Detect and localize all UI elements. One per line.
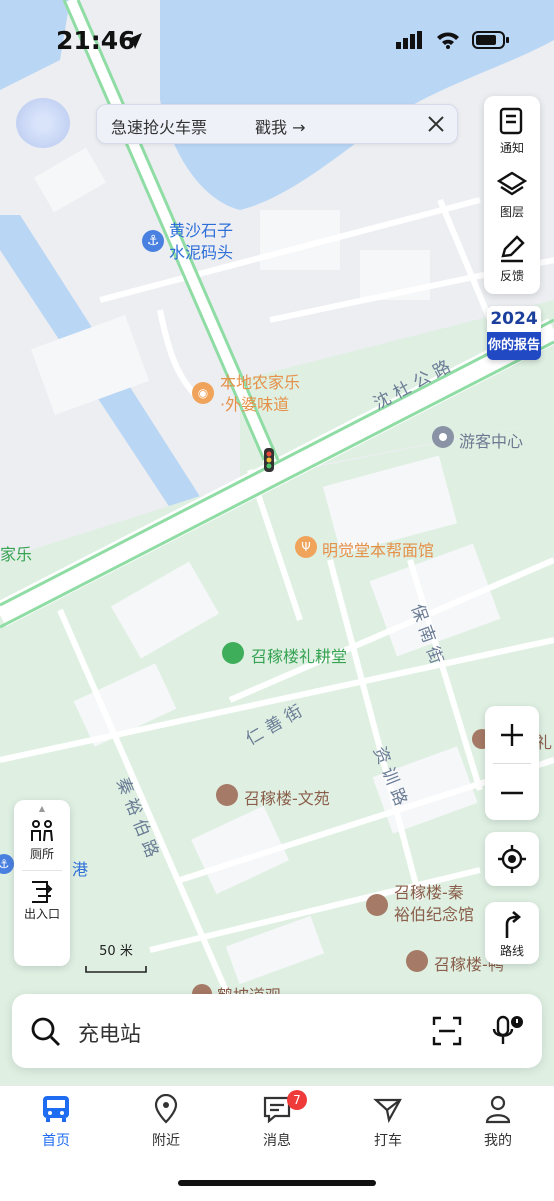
facility-panel: ▲ 厕所 出入口	[14, 800, 70, 966]
profile-icon	[485, 1095, 511, 1124]
status-bar: 21:46	[0, 0, 554, 80]
toilet-label: 厕所	[29, 847, 54, 861]
location-arrow-icon	[126, 33, 142, 49]
visitor-center-icon[interactable]	[432, 426, 454, 448]
scenic-icon[interactable]	[216, 784, 238, 806]
tab-label: 附近	[152, 1133, 180, 1149]
close-icon[interactable]	[425, 113, 447, 135]
poi-label: 港	[72, 860, 89, 879]
park-icon[interactable]	[222, 642, 244, 664]
entrance-icon	[32, 881, 53, 903]
toilet-button[interactable]: 厕所	[14, 819, 70, 862]
search-bar[interactable]: 充电站	[12, 994, 542, 1068]
zoom-out-icon[interactable]	[499, 780, 525, 806]
tool-label: 图层	[499, 205, 524, 219]
tab-label: 消息	[263, 1133, 291, 1149]
tab-label: 首页	[42, 1133, 70, 1149]
banner-text: 急速抢火车票	[111, 118, 208, 137]
entrance-label: 出入口	[23, 907, 60, 921]
anchor-icon: ⚓	[142, 230, 164, 252]
zoom-control	[485, 706, 539, 820]
report-label: 你的报告	[487, 332, 541, 360]
poi-label: 裕伯纪念馆	[394, 905, 475, 924]
tab-label: 我的	[484, 1133, 512, 1149]
tab-nearby[interactable]: 附近	[126, 1093, 206, 1150]
tool-label: 反馈	[499, 269, 524, 283]
tab-messages[interactable]: 7 消息	[237, 1090, 317, 1150]
report-year: 2024	[487, 306, 541, 332]
bus-icon	[43, 1096, 69, 1122]
map-view[interactable]: ⚓ 黄沙石子 水泥码头 ◉ 本地农家乐 ·外婆味道 游客中心 Ψ 明觉堂本帮面馆…	[0, 0, 554, 1085]
promo-banner[interactable]: 急速抢火车票 戳我 →	[96, 104, 458, 144]
tool-feedback[interactable]: 反馈	[484, 228, 540, 290]
layers-icon	[497, 171, 527, 196]
scenic-icon[interactable]	[406, 950, 428, 972]
route-arrow-icon	[505, 911, 522, 938]
scale-bar	[85, 966, 147, 973]
zoom-in-icon[interactable]	[499, 722, 525, 748]
locate-button[interactable]	[485, 832, 539, 886]
taxi-icon	[373, 1098, 402, 1124]
poi-label: 召稼楼-秦	[394, 883, 464, 902]
home-indicator	[178, 1180, 376, 1186]
search-icon	[31, 1017, 60, 1046]
message-badge: 7	[287, 1090, 307, 1110]
poi-label: 召稼楼礼耕堂	[251, 647, 348, 666]
poi-label: 游客中心	[459, 432, 524, 451]
tab-label: 打车	[374, 1133, 402, 1149]
poi-label: 水泥码头	[169, 243, 234, 262]
route-label: 路线	[499, 944, 524, 958]
poi-marker[interactable]: ◉	[192, 382, 214, 404]
map-tools-panel: 通知 图层 反馈	[484, 96, 540, 294]
banner-link[interactable]: 戳我 →	[255, 114, 306, 138]
search-input[interactable]: 充电站	[78, 1018, 141, 1048]
notice-icon	[499, 107, 523, 135]
scan-icon[interactable]	[432, 1016, 462, 1046]
tab-home[interactable]: 首页	[16, 1094, 96, 1150]
tab-taxi[interactable]: 打车	[348, 1094, 428, 1150]
location-pin-icon	[154, 1093, 178, 1124]
tab-profile[interactable]: 我的	[458, 1094, 538, 1150]
poi-label: 本地农家乐	[220, 373, 301, 392]
voice-icon[interactable]	[490, 1014, 524, 1048]
wifi-icon	[437, 32, 459, 49]
entrance-button[interactable]: 出入口	[14, 879, 70, 922]
signal-icon	[396, 31, 422, 49]
toilet-icon	[31, 820, 53, 842]
poi-label: 黄沙石子	[169, 221, 234, 240]
feedback-icon	[501, 235, 525, 263]
poi-label: ·外婆味道	[220, 395, 290, 414]
map-scale: 50 米	[84, 940, 148, 973]
scale-label: 50 米	[99, 944, 133, 959]
status-icons	[396, 30, 510, 50]
restaurant-icon: ◉	[192, 382, 214, 404]
tool-notice[interactable]: 通知	[484, 100, 540, 162]
museum-icon[interactable]	[366, 894, 388, 916]
poi-marker[interactable]: ⚓	[142, 230, 164, 252]
tool-layers[interactable]: 图层	[484, 164, 540, 226]
avatar[interactable]	[16, 98, 70, 148]
poi-label: 明觉堂本帮面馆	[322, 541, 435, 560]
collapse-arrow-icon[interactable]: ▲	[14, 804, 70, 813]
annual-report-badge[interactable]: 2024 你的报告	[487, 306, 541, 360]
battery-icon	[472, 31, 509, 49]
tool-label: 通知	[499, 141, 524, 155]
poi-label: 家乐	[0, 545, 33, 564]
poi-label: 召稼楼-文苑	[244, 789, 330, 808]
route-button[interactable]: 路线	[485, 902, 539, 964]
noodle-icon[interactable]: Ψ	[295, 536, 317, 558]
crosshair-icon	[498, 845, 526, 873]
